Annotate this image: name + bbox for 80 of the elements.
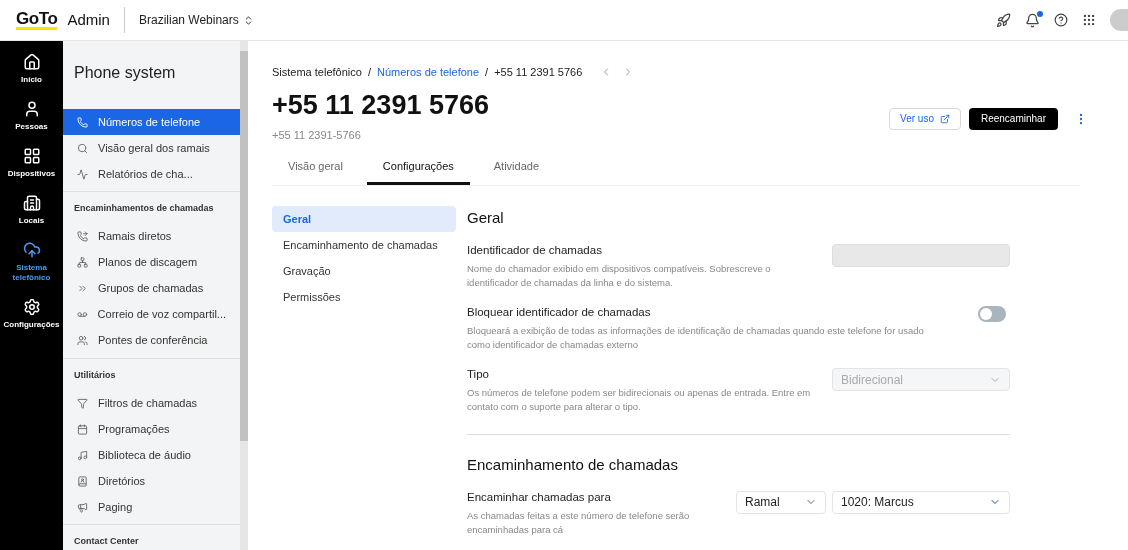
setting-label: Encaminhar chamadas para — [467, 489, 612, 505]
sidebar-item[interactable]: Relatórios de cha... — [63, 161, 240, 187]
contact-book-icon — [77, 475, 88, 487]
sidebar-item[interactable]: Visão geral dos ramais — [63, 135, 240, 161]
logo[interactable]: GoTo — [16, 10, 58, 30]
scrollbar[interactable] — [240, 41, 248, 550]
music-note-icon — [77, 449, 88, 461]
sidebar-item[interactable]: Biblioteca de áudio — [63, 442, 240, 468]
calendar-icon — [77, 423, 88, 435]
settings-nav-item[interactable]: Encaminhamento de chamadas — [272, 232, 456, 258]
rail-item[interactable]: Configurações — [0, 298, 63, 330]
setting-description: Os números de telefone podem ser bidirecionais ou apenas de entrada. Entre em contato com o suporte para alterar o tipo. — [467, 386, 812, 415]
sidebar-item[interactable]: Planos de discagem — [63, 249, 240, 276]
section-heading: Encaminhamentos de chamadas — [73, 202, 215, 215]
section-heading: Utilitários — [73, 368, 117, 382]
help-icon[interactable] — [1054, 13, 1068, 27]
voicemail-icon — [77, 309, 88, 320]
sidebar-item[interactable]: Correio de voz compartil... — [63, 301, 240, 328]
setting-label: Identificador de chamadas — [467, 242, 603, 258]
external-link-icon — [939, 113, 950, 124]
building-icon — [22, 194, 41, 212]
grid-icon — [22, 147, 41, 165]
section-heading: Contact Center — [73, 535, 140, 548]
settings-nav-item[interactable]: Permissões — [272, 284, 456, 310]
house-icon — [22, 53, 41, 71]
filter-icon — [77, 397, 88, 409]
megaphone-icon — [77, 501, 88, 513]
settings-nav-item[interactable]: Geral — [272, 206, 456, 232]
tab[interactable]: Visão geral — [272, 157, 359, 185]
cloud-icon — [22, 241, 41, 259]
settings-icon — [22, 298, 41, 316]
setting-description: Bloqueará a exibição de todas as informações de identificação de chamadas quando este telefone for usado como identificador de chamadas externo — [467, 324, 925, 352]
search-icon — [77, 142, 88, 154]
setting-label: Bloquear identificador de chamadas — [467, 304, 652, 320]
double-chevron-icon — [77, 283, 88, 294]
setting-label: Tipo — [467, 367, 490, 382]
pulse-icon — [77, 168, 88, 180]
account-switcher[interactable]: Brazilian Webinars — [138, 11, 254, 29]
extension-select[interactable]: 1020: Marcus — [832, 490, 1010, 514]
setting-description: As chamadas feitas a este número de telefone serão encaminhadas para cá — [467, 509, 691, 537]
settings-nav-item[interactable]: Gravação — [272, 258, 456, 284]
sidebar-item[interactable]: Programações — [63, 416, 240, 442]
rail-item[interactable]: Início — [0, 53, 63, 85]
view-usage-button[interactable]: Ver uso — [889, 107, 961, 130]
sidebar-title: Phone system — [73, 63, 177, 83]
tab[interactable]: Configurações — [366, 157, 470, 185]
breadcrumb-link[interactable]: Números de telefone — [376, 63, 480, 81]
rail-item[interactable]: Locais — [0, 194, 63, 226]
app-name: Admin — [67, 9, 110, 30]
breadcrumb-item: Sistema telefônico — [272, 64, 362, 80]
breadcrumb-separator: / — [367, 64, 371, 80]
sidebar-item[interactable]: Ramais diretos — [63, 223, 240, 250]
page-subtitle: +55 11 2391-5766 — [272, 128, 362, 143]
phone-icon — [77, 116, 88, 128]
forward-button[interactable]: Reencaminhar — [968, 107, 1058, 130]
toggle-switch[interactable] — [978, 305, 1006, 322]
sidebar-item[interactable]: Grupos de chamadas — [63, 275, 240, 302]
setting-description: Nome do chamador exibido em dispositivos compatíveis. Sobrescreve o identificador de chamadas da linha e do sistema. — [467, 261, 772, 290]
sidebar-item[interactable]: Paging — [63, 494, 240, 520]
rocket-icon[interactable] — [996, 12, 1011, 28]
network-icon — [77, 257, 88, 268]
target-type-select[interactable]: Ramal — [736, 490, 826, 514]
breadcrumb-separator: / — [485, 64, 489, 80]
phone-forward-icon — [77, 231, 88, 242]
people-icon — [77, 335, 88, 346]
breadcrumb-item: +55 11 2391 5766 — [494, 64, 583, 80]
sidebar-item[interactable]: Pontes de conferência — [63, 327, 240, 354]
rail-item[interactable]: Sistema telefônico — [0, 241, 63, 283]
sidebar-item[interactable]: Filtros de chamadas — [63, 390, 240, 416]
tab[interactable]: Atividade — [477, 157, 556, 185]
section-title: Geral — [467, 208, 505, 228]
rail-item[interactable]: Dispositivos — [0, 147, 63, 179]
sidebar-item[interactable]: Diretórios — [63, 468, 240, 494]
apps-grid-icon[interactable] — [1082, 13, 1096, 27]
rail-item[interactable]: Pessoas — [0, 100, 63, 132]
notifications-icon[interactable] — [1025, 12, 1040, 28]
section-title: Encaminhamento de chamadas — [467, 455, 679, 476]
page-title: +55 11 2391 5766 — [272, 89, 489, 121]
sidebar-item[interactable]: Números de telefone — [63, 109, 240, 135]
avatar[interactable] — [1110, 9, 1128, 31]
